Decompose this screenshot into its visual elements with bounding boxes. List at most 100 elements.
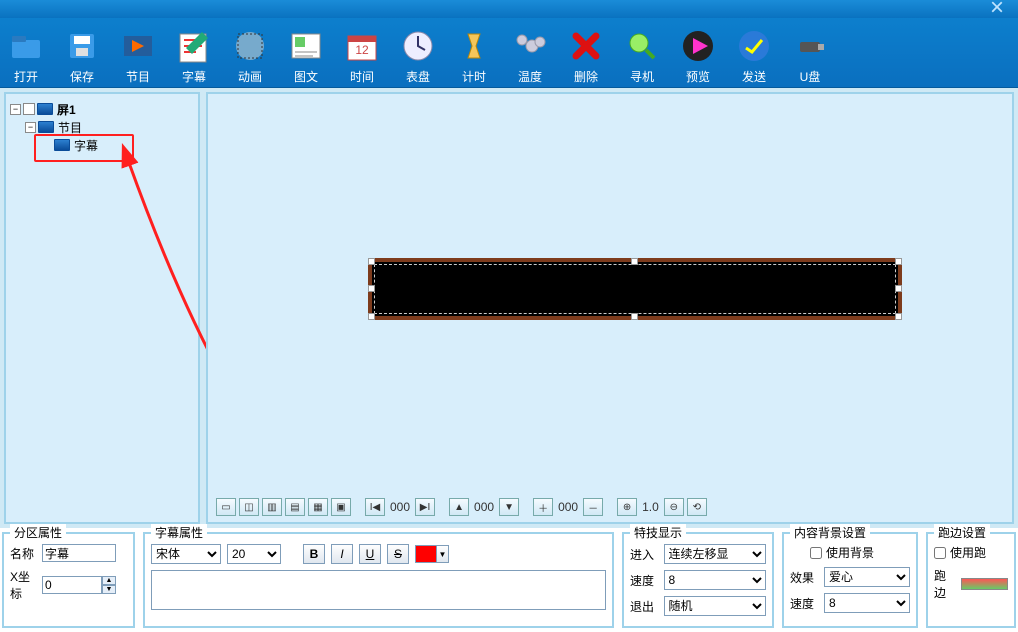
subtitle-legend: 字幕属性: [151, 524, 207, 541]
zoom-out-icon[interactable]: ⊖: [664, 498, 684, 516]
tree-subtitle-label: 字幕: [74, 137, 98, 154]
toolbar-preview-button[interactable]: 预览: [674, 24, 722, 85]
last-page-icon[interactable]: ▶I: [415, 498, 435, 516]
toolbar-send-button[interactable]: 发送: [730, 24, 778, 85]
toolbar-label: U盘: [800, 68, 821, 85]
enter-select[interactable]: 连续左移显: [664, 544, 766, 564]
use-border-checkbox[interactable]: [934, 547, 946, 559]
minus-icon[interactable]: －: [583, 498, 603, 516]
effect-props-group: 特技显示 进入 连续左移显 速度 8 退出 随机: [622, 532, 774, 628]
toolbar-search-button[interactable]: 寻机: [618, 24, 666, 85]
count-number-2: 000: [556, 500, 580, 514]
chevron-down-icon[interactable]: ▼: [436, 546, 448, 562]
main-area: − 屏1 − 节目 字幕: [0, 88, 1018, 528]
fit-icon[interactable]: ⟲: [687, 498, 707, 516]
layout-2-icon[interactable]: ◫: [239, 498, 259, 516]
region-legend: 分区属性: [10, 524, 66, 541]
resize-handle[interactable]: [368, 313, 375, 320]
toolbar-program-button[interactable]: 节目: [114, 24, 162, 85]
exit-label: 退出: [630, 598, 660, 615]
screen-icon: [37, 103, 53, 115]
bg-speed-label: 速度: [790, 595, 820, 612]
x-input[interactable]: [42, 576, 102, 594]
resize-handle[interactable]: [368, 258, 375, 265]
subtitle-icon: [54, 139, 70, 151]
bg-props-group: 内容背景设置 使用背景 效果 爱心 速度 8: [782, 532, 918, 628]
plus-icon[interactable]: ＋: [533, 498, 553, 516]
toolbar-anim-button[interactable]: 动画: [226, 24, 274, 85]
layout-4-icon[interactable]: ▤: [285, 498, 305, 516]
toolbar-timer-button[interactable]: 计时: [450, 24, 498, 85]
subtitle-icon: [172, 24, 216, 68]
font-select[interactable]: 宋体: [151, 544, 221, 564]
toolbar-time-button[interactable]: 12时间: [338, 24, 386, 85]
checkbox[interactable]: [23, 103, 35, 115]
toolbar-label: 寻机: [630, 68, 654, 85]
toolbar-imgtext-button[interactable]: 图文: [282, 24, 330, 85]
toolbar-open-button[interactable]: 打开: [2, 24, 50, 85]
delete-icon: [564, 24, 608, 68]
layout-6-icon[interactable]: ▣: [331, 498, 351, 516]
subtitle-region[interactable]: [368, 258, 902, 320]
program-icon: [116, 24, 160, 68]
toolbar-delete-button[interactable]: 删除: [562, 24, 610, 85]
tree-screen-label: 屏1: [57, 101, 76, 118]
toolbar-label: 删除: [574, 68, 598, 85]
resize-handle[interactable]: [895, 313, 902, 320]
toolbar-clock-button[interactable]: 表盘: [394, 24, 442, 85]
usb-icon: [788, 24, 832, 68]
up-icon[interactable]: ▲: [449, 498, 469, 516]
underline-button[interactable]: U: [359, 544, 381, 564]
collapse-icon[interactable]: −: [25, 122, 36, 133]
italic-button[interactable]: I: [331, 544, 353, 564]
layout-3-icon[interactable]: ▥: [262, 498, 282, 516]
resize-handle[interactable]: [895, 258, 902, 265]
toolbar-save-button[interactable]: 保存: [58, 24, 106, 85]
layout-1-icon[interactable]: ▭: [216, 498, 236, 516]
spin-down-icon[interactable]: ▼: [102, 585, 116, 594]
collapse-icon[interactable]: −: [10, 104, 21, 115]
down-icon[interactable]: ▼: [499, 498, 519, 516]
tree-program-row[interactable]: − 节目: [10, 118, 194, 136]
svg-text:12: 12: [355, 43, 369, 57]
bg-effect-select[interactable]: 爱心: [824, 567, 910, 587]
toolbar-subtitle-button[interactable]: 字幕: [170, 24, 218, 85]
toolbar-usb-button[interactable]: U盘: [786, 24, 834, 85]
search-icon: [620, 24, 664, 68]
name-input[interactable]: [42, 544, 116, 562]
toolbar-label: 保存: [70, 68, 94, 85]
toolbar-label: 预览: [686, 68, 710, 85]
tree-panel: − 屏1 − 节目 字幕: [4, 92, 200, 524]
resize-handle[interactable]: [631, 313, 638, 320]
bg-speed-select[interactable]: 8: [824, 593, 910, 613]
time-icon: 12: [340, 24, 384, 68]
color-picker[interactable]: ▼: [415, 545, 449, 563]
bold-button[interactable]: B: [303, 544, 325, 564]
exit-select[interactable]: 随机: [664, 596, 766, 616]
close-icon[interactable]: ×: [990, 0, 1004, 22]
bg-legend: 内容背景设置: [790, 524, 870, 541]
resize-handle[interactable]: [895, 285, 902, 292]
toolbar-temp-button[interactable]: 温度: [506, 24, 554, 85]
canvas-area[interactable]: [208, 94, 1012, 492]
toolbar-label: 图文: [294, 68, 318, 85]
size-select[interactable]: 20: [227, 544, 281, 564]
edge-preview[interactable]: [961, 578, 1008, 590]
zoom-in-icon[interactable]: ⊕: [617, 498, 637, 516]
toolbar-label: 字幕: [182, 68, 206, 85]
resize-handle[interactable]: [631, 258, 638, 265]
resize-handle[interactable]: [368, 285, 375, 292]
x-label: X坐标: [10, 568, 38, 602]
spin-up-icon[interactable]: ▲: [102, 576, 116, 585]
layout-5-icon[interactable]: ▦: [308, 498, 328, 516]
first-page-icon[interactable]: I◀: [365, 498, 385, 516]
speed-select[interactable]: 8: [664, 570, 766, 590]
speed-label: 速度: [630, 572, 660, 589]
tree-screen-row[interactable]: − 屏1: [10, 100, 194, 118]
use-bg-label: 使用背景: [826, 544, 874, 561]
region-props-group: 分区属性 名称 X坐标 ▲ ▼: [2, 532, 135, 628]
tree-subtitle-row[interactable]: 字幕: [10, 136, 194, 154]
strike-button[interactable]: S: [387, 544, 409, 564]
anim-icon: [228, 24, 272, 68]
use-bg-checkbox[interactable]: [810, 547, 822, 559]
